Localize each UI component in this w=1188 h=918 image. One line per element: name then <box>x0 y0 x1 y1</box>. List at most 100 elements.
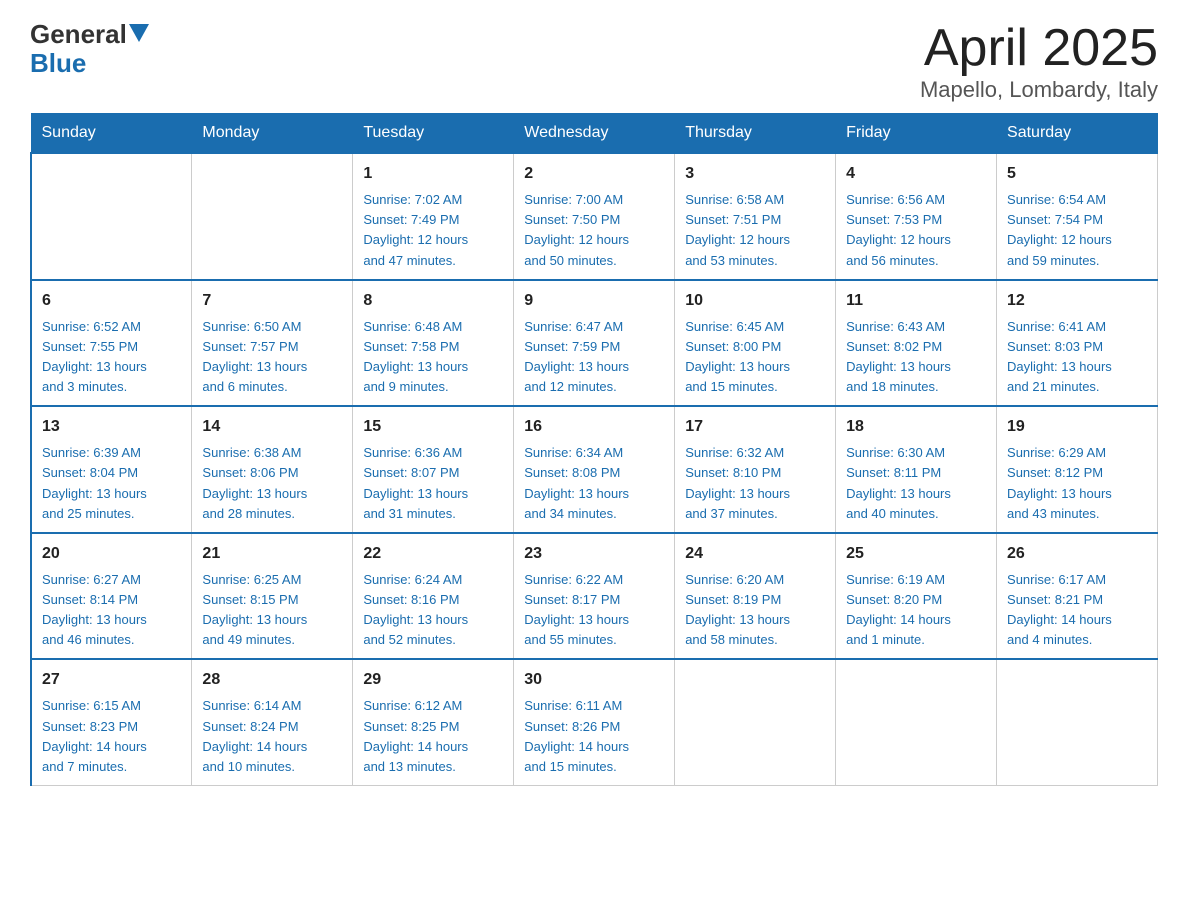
calendar-week-row: 6Sunrise: 6:52 AM Sunset: 7:55 PM Daylig… <box>31 280 1158 407</box>
day-number: 7 <box>202 289 342 313</box>
day-info: Sunrise: 6:58 AM Sunset: 7:51 PM Dayligh… <box>685 190 825 271</box>
col-wednesday: Wednesday <box>514 114 675 154</box>
col-saturday: Saturday <box>997 114 1158 154</box>
col-tuesday: Tuesday <box>353 114 514 154</box>
calendar-cell: 15Sunrise: 6:36 AM Sunset: 8:07 PM Dayli… <box>353 406 514 533</box>
day-info: Sunrise: 6:19 AM Sunset: 8:20 PM Dayligh… <box>846 570 986 651</box>
calendar-cell: 6Sunrise: 6:52 AM Sunset: 7:55 PM Daylig… <box>31 280 192 407</box>
day-info: Sunrise: 6:24 AM Sunset: 8:16 PM Dayligh… <box>363 570 503 651</box>
day-number: 10 <box>685 289 825 313</box>
col-friday: Friday <box>836 114 997 154</box>
day-number: 25 <box>846 542 986 566</box>
calendar-cell: 19Sunrise: 6:29 AM Sunset: 8:12 PM Dayli… <box>997 406 1158 533</box>
day-number: 3 <box>685 162 825 186</box>
calendar-week-row: 20 Sunrise: 6:27 AM Sunset: 8:14 PM Dayli… <box>31 533 1158 660</box>
calendar-cell: 10 Sunrise: 6:45 AM Sunset: 8:00 PM Dayli… <box>675 280 836 407</box>
day-info: Sunrise: 6:27 AM Sunset: 8:14 PM Dayligh… <box>42 570 181 651</box>
day-info: Sunrise: 6:25 AM Sunset: 8:15 PM Dayligh… <box>202 570 342 651</box>
day-number: 18 <box>846 415 986 439</box>
calendar-week-row: 1Sunrise: 7:02 AM Sunset: 7:49 PM Daylig… <box>31 153 1158 280</box>
day-number: 16 <box>524 415 664 439</box>
calendar-week-row: 27 Sunrise: 6:15 AM Sunset: 8:23 PM Dayli… <box>31 659 1158 785</box>
calendar-cell: 14 Sunrise: 6:38 AM Sunset: 8:06 PM Dayli… <box>192 406 353 533</box>
day-number: 15 <box>363 415 503 439</box>
calendar-cell: 21Sunrise: 6:25 AM Sunset: 8:15 PM Dayli… <box>192 533 353 660</box>
calendar-cell <box>675 659 836 785</box>
calendar-cell: 17 Sunrise: 6:32 AM Sunset: 8:10 PM Dayli… <box>675 406 836 533</box>
day-number: 22 <box>363 542 503 566</box>
calendar-cell: 29 Sunrise: 6:12 AM Sunset: 8:25 PM Dayli… <box>353 659 514 785</box>
col-thursday: Thursday <box>675 114 836 154</box>
day-info: Sunrise: 6:38 AM Sunset: 8:06 PM Dayligh… <box>202 443 342 524</box>
calendar-cell: 30 Sunrise: 6:11 AM Sunset: 8:26 PM Dayli… <box>514 659 675 785</box>
day-info: Sunrise: 6:48 AM Sunset: 7:58 PM Dayligh… <box>363 317 503 398</box>
day-number: 24 <box>685 542 825 566</box>
calendar-cell: 1Sunrise: 7:02 AM Sunset: 7:49 PM Daylig… <box>353 153 514 280</box>
calendar-cell: 18 Sunrise: 6:30 AM Sunset: 8:11 PM Dayli… <box>836 406 997 533</box>
day-info: Sunrise: 6:32 AM Sunset: 8:10 PM Dayligh… <box>685 443 825 524</box>
day-number: 13 <box>42 415 181 439</box>
day-info: Sunrise: 6:47 AM Sunset: 7:59 PM Dayligh… <box>524 317 664 398</box>
calendar-cell <box>31 153 192 280</box>
day-info: Sunrise: 6:12 AM Sunset: 8:25 PM Dayligh… <box>363 696 503 777</box>
page-header: General Blue April 2025 Mapello, Lombard… <box>30 20 1158 103</box>
calendar-body: 1Sunrise: 7:02 AM Sunset: 7:49 PM Daylig… <box>31 153 1158 785</box>
day-info: Sunrise: 6:14 AM Sunset: 8:24 PM Dayligh… <box>202 696 342 777</box>
calendar-cell: 4Sunrise: 6:56 AM Sunset: 7:53 PM Daylig… <box>836 153 997 280</box>
day-number: 28 <box>202 668 342 692</box>
day-number: 26 <box>1007 542 1147 566</box>
day-number: 2 <box>524 162 664 186</box>
calendar-cell: 20 Sunrise: 6:27 AM Sunset: 8:14 PM Dayli… <box>31 533 192 660</box>
calendar-cell: 23Sunrise: 6:22 AM Sunset: 8:17 PM Dayli… <box>514 533 675 660</box>
calendar-cell <box>836 659 997 785</box>
day-info: Sunrise: 7:02 AM Sunset: 7:49 PM Dayligh… <box>363 190 503 271</box>
calendar-cell <box>997 659 1158 785</box>
day-info: Sunrise: 6:56 AM Sunset: 7:53 PM Dayligh… <box>846 190 986 271</box>
calendar-cell: 3 Sunrise: 6:58 AM Sunset: 7:51 PM Daylig… <box>675 153 836 280</box>
day-number: 27 <box>42 668 181 692</box>
day-number: 14 <box>202 415 342 439</box>
calendar-table: Sunday Monday Tuesday Wednesday Thursday… <box>30 113 1158 786</box>
calendar-cell: 13Sunrise: 6:39 AM Sunset: 8:04 PM Dayli… <box>31 406 192 533</box>
logo-general-text: General <box>30 20 127 49</box>
day-number: 12 <box>1007 289 1147 313</box>
day-info: Sunrise: 6:22 AM Sunset: 8:17 PM Dayligh… <box>524 570 664 651</box>
day-number: 20 <box>42 542 181 566</box>
day-info: Sunrise: 6:41 AM Sunset: 8:03 PM Dayligh… <box>1007 317 1147 398</box>
calendar-cell: 28 Sunrise: 6:14 AM Sunset: 8:24 PM Dayli… <box>192 659 353 785</box>
calendar-cell: 12 Sunrise: 6:41 AM Sunset: 8:03 PM Dayli… <box>997 280 1158 407</box>
day-info: Sunrise: 6:34 AM Sunset: 8:08 PM Dayligh… <box>524 443 664 524</box>
calendar-cell: 26 Sunrise: 6:17 AM Sunset: 8:21 PM Dayli… <box>997 533 1158 660</box>
logo: General Blue <box>30 20 149 77</box>
calendar-cell: 25 Sunrise: 6:19 AM Sunset: 8:20 PM Dayli… <box>836 533 997 660</box>
day-info: Sunrise: 6:52 AM Sunset: 7:55 PM Dayligh… <box>42 317 181 398</box>
day-info: Sunrise: 6:50 AM Sunset: 7:57 PM Dayligh… <box>202 317 342 398</box>
logo-triangle-icon <box>129 24 149 42</box>
day-info: Sunrise: 6:17 AM Sunset: 8:21 PM Dayligh… <box>1007 570 1147 651</box>
day-info: Sunrise: 6:45 AM Sunset: 8:00 PM Dayligh… <box>685 317 825 398</box>
calendar-cell: 11Sunrise: 6:43 AM Sunset: 8:02 PM Dayli… <box>836 280 997 407</box>
day-info: Sunrise: 6:29 AM Sunset: 8:12 PM Dayligh… <box>1007 443 1147 524</box>
calendar-cell <box>192 153 353 280</box>
day-number: 17 <box>685 415 825 439</box>
day-number: 29 <box>363 668 503 692</box>
day-number: 9 <box>524 289 664 313</box>
day-number: 8 <box>363 289 503 313</box>
calendar-title: April 2025 <box>920 20 1158 77</box>
title-block: April 2025 Mapello, Lombardy, Italy <box>920 20 1158 103</box>
logo-blue-text: Blue <box>30 48 86 78</box>
day-info: Sunrise: 6:11 AM Sunset: 8:26 PM Dayligh… <box>524 696 664 777</box>
calendar-header: Sunday Monday Tuesday Wednesday Thursday… <box>31 114 1158 154</box>
day-number: 30 <box>524 668 664 692</box>
header-row: Sunday Monday Tuesday Wednesday Thursday… <box>31 114 1158 154</box>
day-info: Sunrise: 6:43 AM Sunset: 8:02 PM Dayligh… <box>846 317 986 398</box>
calendar-cell: 9 Sunrise: 6:47 AM Sunset: 7:59 PM Daylig… <box>514 280 675 407</box>
day-info: Sunrise: 6:15 AM Sunset: 8:23 PM Dayligh… <box>42 696 181 777</box>
calendar-cell: 5Sunrise: 6:54 AM Sunset: 7:54 PM Daylig… <box>997 153 1158 280</box>
col-monday: Monday <box>192 114 353 154</box>
col-sunday: Sunday <box>31 114 192 154</box>
calendar-cell: 16 Sunrise: 6:34 AM Sunset: 8:08 PM Dayli… <box>514 406 675 533</box>
day-number: 5 <box>1007 162 1147 186</box>
day-info: Sunrise: 7:00 AM Sunset: 7:50 PM Dayligh… <box>524 190 664 271</box>
day-info: Sunrise: 6:30 AM Sunset: 8:11 PM Dayligh… <box>846 443 986 524</box>
